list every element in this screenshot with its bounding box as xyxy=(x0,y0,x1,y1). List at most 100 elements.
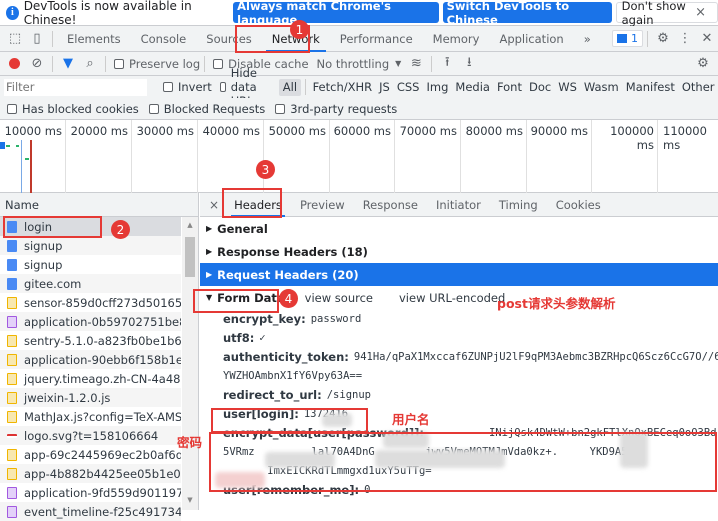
timeline-overview[interactable]: 10000 ms 20000 ms 30000 ms 40000 ms 5000… xyxy=(0,120,718,193)
response-headers-section[interactable]: ▶ Response Headers (18) xyxy=(200,240,718,263)
type-filter-other[interactable]: Other xyxy=(678,80,718,94)
export-har-icon[interactable]: ⭳ xyxy=(458,53,480,75)
timeline-bar xyxy=(16,145,19,147)
view-url-encoded-link[interactable]: view URL-encoded xyxy=(399,291,505,305)
request-name: application-0b59702751be85f042 xyxy=(24,314,181,329)
request-row[interactable]: event_timeline-f25c491734a581c xyxy=(0,502,181,521)
request-row[interactable]: app-4b882b4425ee05b1e068c5d xyxy=(0,464,181,483)
type-filter-css[interactable]: CSS xyxy=(393,80,423,94)
type-filter-img[interactable]: Img xyxy=(423,80,452,94)
request-name: application-9fd559d9011973d041 xyxy=(24,485,181,500)
invert-checkbox[interactable]: Invert xyxy=(163,80,212,94)
tab-console[interactable]: Console xyxy=(131,26,197,52)
type-filter-media[interactable]: Media xyxy=(452,80,494,94)
throttling-select[interactable]: No throttling xyxy=(317,57,390,71)
js-file-icon xyxy=(7,353,17,366)
request-row[interactable]: sensor-859d0cff273d5016575887 xyxy=(0,293,181,312)
close-devtools-icon[interactable]: ✕ xyxy=(696,28,718,50)
scrollbar-thumb[interactable] xyxy=(185,237,195,277)
type-filter-font[interactable]: Font xyxy=(493,80,525,94)
expand-triangle-icon: ▶ xyxy=(206,247,213,256)
switch-to-chinese-button[interactable]: Switch DevTools to Chinese xyxy=(442,0,612,27)
tab-cookies[interactable]: Cookies xyxy=(547,193,610,217)
chevron-down-icon[interactable]: ▼ xyxy=(395,59,401,68)
request-row[interactable]: MathJax.js?config=TeX-AMS-MM xyxy=(0,407,181,426)
import-har-icon[interactable]: ⭱ xyxy=(436,53,458,75)
view-source-link[interactable]: view source xyxy=(305,291,373,305)
request-row[interactable]: application-9fd559d9011973d041 xyxy=(0,483,181,502)
annotation-box-login xyxy=(3,216,102,238)
scroll-down-icon[interactable]: ▼ xyxy=(182,496,198,504)
request-name: logo.svg?t=158106664 xyxy=(24,428,159,443)
tab-elements[interactable]: Elements xyxy=(57,26,131,52)
tab-response[interactable]: Response xyxy=(354,193,427,217)
form-field-authenticity-token-cont: YWZHOAmbnX1fY6Vpy63A== xyxy=(223,369,363,382)
filter-icon[interactable]: ▼ xyxy=(57,53,79,75)
tab-preview[interactable]: Preview xyxy=(291,193,354,217)
tab-memory[interactable]: Memory xyxy=(423,26,490,52)
css-file-icon xyxy=(7,315,17,328)
request-row[interactable]: signup xyxy=(0,236,181,255)
close-infobar-icon[interactable]: × xyxy=(695,5,706,20)
timeline-tick: 60000 ms xyxy=(330,120,395,193)
type-filter-ws[interactable]: WS xyxy=(555,80,581,94)
type-filter-doc[interactable]: Doc xyxy=(525,80,554,94)
request-rows: login signup signup gitee.com sensor-859d0cf… xyxy=(0,217,198,521)
third-party-requests-checkbox[interactable]: 3rd-party requests xyxy=(275,102,397,116)
expand-triangle-icon: ▶ xyxy=(206,270,213,279)
form-field-utf8: utf8: ✓ xyxy=(223,330,266,345)
more-tabs-button[interactable]: » xyxy=(574,26,601,52)
request-name: app-69c2445969ec2b0af6decc21 xyxy=(24,447,181,462)
more-options-icon[interactable]: ⋮ xyxy=(674,28,696,50)
request-row[interactable]: signup xyxy=(0,255,181,274)
inspect-element-icon[interactable]: ⬚ xyxy=(4,28,26,50)
blocked-requests-checkbox[interactable]: Blocked Requests xyxy=(148,102,265,116)
load-event-line xyxy=(30,140,32,193)
tab-timing[interactable]: Timing xyxy=(490,193,547,217)
network-settings-gear-icon[interactable]: ⚙ xyxy=(692,53,714,75)
clear-icon[interactable]: ⊘ xyxy=(26,53,48,75)
request-row[interactable]: app-69c2445969ec2b0af6decc21 xyxy=(0,445,181,464)
preserve-log-checkbox[interactable]: Preserve log xyxy=(114,57,200,71)
divider xyxy=(647,30,648,47)
issues-button[interactable]: 1 xyxy=(612,30,643,47)
always-match-language-button[interactable]: Always match Chrome's language xyxy=(233,0,439,27)
device-toolbar-icon[interactable]: ▯ xyxy=(26,28,48,50)
type-filter-wasm[interactable]: Wasm xyxy=(580,80,622,94)
timeline-bar xyxy=(6,145,10,147)
js-file-icon xyxy=(7,391,17,404)
issues-icon xyxy=(617,34,627,43)
tab-application[interactable]: Application xyxy=(489,26,573,52)
search-icon[interactable]: ⌕ xyxy=(79,53,101,75)
has-blocked-cookies-checkbox[interactable]: Has blocked cookies xyxy=(7,102,139,116)
request-row[interactable]: jquery.timeago.zh-CN-4a4818e98 xyxy=(0,369,181,388)
network-conditions-icon[interactable]: ≋ xyxy=(405,53,427,75)
timeline-tick: 20000 ms xyxy=(66,120,132,193)
request-row[interactable]: jweixin-1.2.0.js xyxy=(0,388,181,407)
annotation-badge: 1 xyxy=(290,20,309,39)
request-row[interactable]: gitee.com xyxy=(0,274,181,293)
record-icon[interactable] xyxy=(9,58,20,69)
tab-initiator[interactable]: Initiator xyxy=(427,193,490,217)
request-list-scrollbar[interactable]: ▲ ▼ xyxy=(182,217,198,510)
tab-performance[interactable]: Performance xyxy=(330,26,423,52)
request-row[interactable]: application-0b59702751be85f042 xyxy=(0,312,181,331)
doc-file-icon xyxy=(7,277,17,290)
type-filter-manifest[interactable]: Manifest xyxy=(622,80,678,94)
filter-input[interactable] xyxy=(4,78,147,96)
doc-file-icon xyxy=(7,239,17,252)
settings-gear-icon[interactable]: ⚙ xyxy=(652,28,674,50)
request-row[interactable]: logo.svg?t=158106664 xyxy=(0,426,181,445)
general-section[interactable]: ▶ General xyxy=(200,217,718,240)
type-filter-all[interactable]: All xyxy=(279,78,301,96)
doc-file-icon xyxy=(7,258,17,271)
type-filter-js[interactable]: JS xyxy=(376,80,394,94)
type-filter-xhr[interactable]: Fetch/XHR xyxy=(309,80,376,94)
name-column-header[interactable]: Name xyxy=(0,193,198,217)
request-row[interactable]: application-90ebb6f158b1e16d40 xyxy=(0,350,181,369)
request-headers-section[interactable]: ▶ Request Headers (20) xyxy=(200,263,718,286)
css-file-icon xyxy=(7,505,17,518)
js-file-icon xyxy=(7,296,17,309)
request-row[interactable]: sentry-5.1.0-a823fb0be1b61c5d7 xyxy=(0,331,181,350)
scroll-up-icon[interactable]: ▲ xyxy=(182,217,198,229)
